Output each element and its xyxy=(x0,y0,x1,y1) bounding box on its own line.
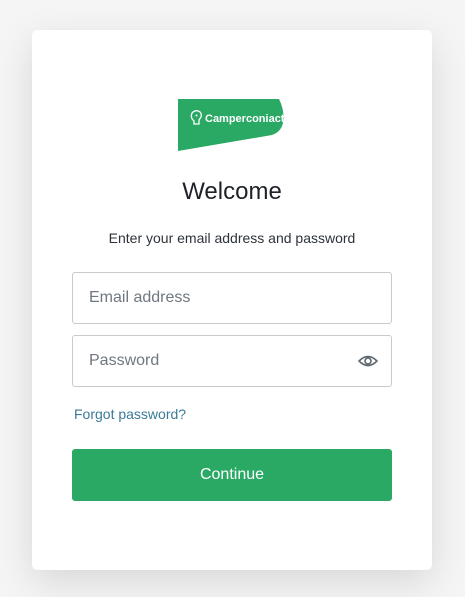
page-subtitle: Enter your email address and password xyxy=(108,230,356,246)
password-field xyxy=(72,335,392,387)
page-title: Welcome xyxy=(182,178,282,205)
password-input[interactable] xyxy=(73,336,391,386)
email-input[interactable] xyxy=(73,273,391,323)
eye-icon[interactable] xyxy=(357,350,379,372)
brand-logo: Camperconiact xyxy=(178,99,285,151)
login-card: Camperconiact Welcome Enter your email a… xyxy=(32,30,432,570)
email-field xyxy=(72,272,392,324)
continue-button[interactable]: Continue xyxy=(72,449,392,501)
svg-text:Camperconiact: Camperconiact xyxy=(205,113,285,125)
forgot-password-link[interactable]: Forgot password? xyxy=(74,406,186,422)
